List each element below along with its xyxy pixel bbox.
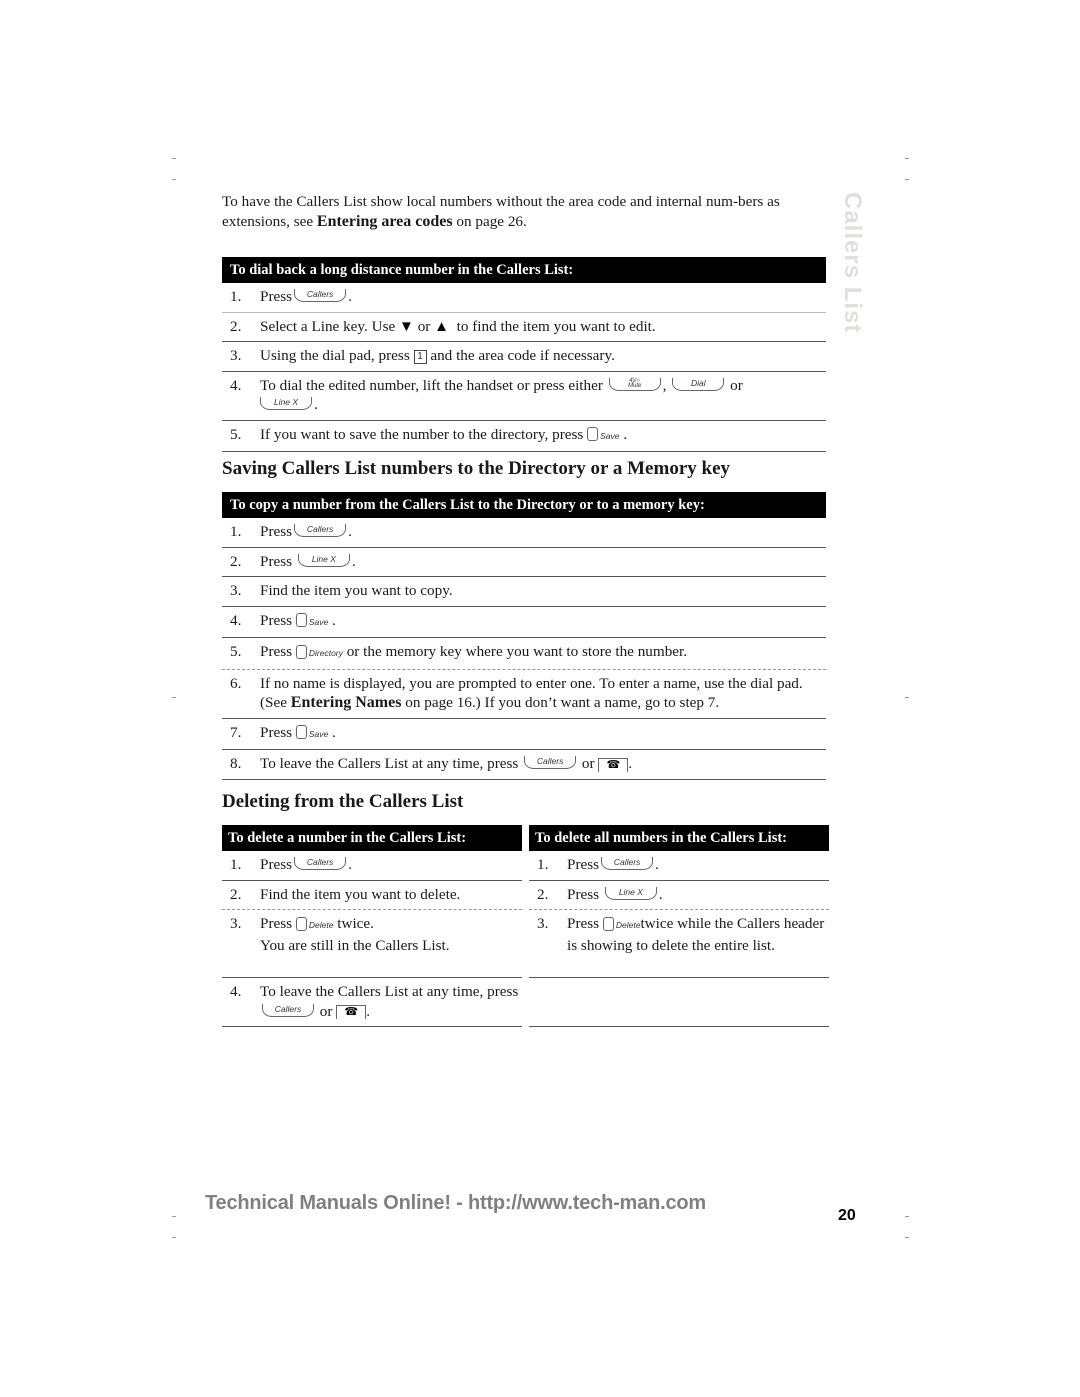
- softkey-icon: [602, 916, 614, 931]
- table-row-empty: [529, 978, 829, 1027]
- footer-watermark: Technical Manuals Online! - http://www.t…: [205, 1192, 706, 1214]
- save-key-label: Save: [308, 616, 329, 627]
- softkey-icon: [295, 725, 307, 740]
- crop-mark: [905, 158, 909, 159]
- table-header: To delete all numbers in the Callers Lis…: [529, 825, 829, 851]
- table-row: 3. Find the item you want to copy.: [222, 577, 826, 607]
- crop-mark: [905, 697, 909, 698]
- softkey-icon: [295, 644, 307, 659]
- line-x-key-icon: Line X: [260, 397, 312, 411]
- callers-key-icon: Callers: [294, 857, 347, 871]
- table-header: To delete a number in the Callers List:: [222, 825, 522, 851]
- cross-reference-link[interactable]: Entering area codes: [317, 213, 453, 230]
- section-heading-saving: Saving Callers List numbers to the Direc…: [222, 458, 730, 479]
- crop-mark: [905, 1216, 909, 1217]
- delete-key-label: Delete: [615, 920, 641, 930]
- softkey-icon: [295, 916, 307, 931]
- dial-key-icon: Dial: [672, 377, 725, 391]
- side-tab-label: Callers List: [839, 192, 866, 334]
- softkey-icon: [587, 427, 599, 442]
- table-row: 1. Press Callers.: [222, 851, 522, 881]
- save-key-label: Save: [600, 430, 620, 441]
- table-row: 4. To dial the edited number, lift the h…: [222, 372, 826, 421]
- crop-mark: [172, 697, 176, 698]
- delete-all-table: To delete all numbers in the Callers Lis…: [529, 825, 829, 1027]
- section-heading-deleting: Deleting from the Callers List: [222, 791, 464, 812]
- callers-key-icon: Callers: [294, 524, 347, 538]
- save-key-label: Save: [308, 728, 329, 739]
- crop-mark: [172, 1216, 176, 1217]
- side-tab: Callers List: [838, 192, 868, 333]
- table-row: 1. Press Callers.: [222, 283, 826, 313]
- delete-number-table: To delete a number in the Callers List: …: [222, 825, 522, 1027]
- table-row: 2. Find the item you want to delete.: [222, 881, 522, 910]
- handsfree-mute-key-icon: 4)/○ Mute: [608, 377, 661, 391]
- intro-paragraph: To have the Callers List show local numb…: [222, 193, 780, 230]
- crop-mark: [905, 1237, 909, 1238]
- up-arrow-icon: ▲: [434, 318, 449, 335]
- handset-release-key-icon: ☎: [336, 1005, 367, 1020]
- callers-key-icon: Callers: [524, 756, 577, 770]
- callers-key-icon: Callers: [294, 289, 347, 303]
- line-x-key-icon: Line X: [604, 886, 657, 900]
- handset-release-key-icon: ☎: [598, 757, 629, 772]
- copy-number-table: To copy a number from the Callers List t…: [222, 492, 826, 780]
- cross-reference-link[interactable]: Entering Names: [291, 694, 402, 711]
- table-row: 5. If you want to save the number to the…: [222, 421, 826, 452]
- table-row: 3. Press Delete twice. You are still in t…: [222, 910, 522, 978]
- table-row: 8. To leave the Callers List at any time…: [222, 750, 826, 780]
- down-arrow-icon: ▼: [399, 318, 414, 335]
- table-row: 1. Press Callers.: [529, 851, 829, 881]
- directory-key-label: Directory: [308, 648, 343, 658]
- table-row: 6. If no name is displayed, you are prom…: [222, 670, 826, 719]
- line-x-key-icon: Line X: [297, 553, 350, 567]
- table-row: 3. Using the dial pad, press 1 and the a…: [222, 342, 826, 372]
- dial-back-table: To dial back a long distance number in t…: [222, 257, 826, 452]
- table-row: 1. Press Callers.: [222, 518, 826, 548]
- crop-mark: [172, 179, 176, 180]
- table-row: 2. Press Line X.: [222, 548, 826, 577]
- table-header: To copy a number from the Callers List t…: [222, 492, 826, 518]
- table-row: 7. Press Save .: [222, 719, 826, 750]
- table-row: 3. Press Deletetwice while the Callers h…: [529, 910, 829, 978]
- crop-mark: [905, 179, 909, 180]
- table-row: 4. Press Save .: [222, 607, 826, 638]
- table-header: To dial back a long distance number in t…: [222, 257, 826, 283]
- crop-mark: [172, 1237, 176, 1238]
- softkey-icon: [295, 613, 307, 628]
- dial-pad-1-key-icon: 1: [413, 349, 427, 364]
- table-row: 2. Select a Line key. Use ▼ or ▲ to find…: [222, 313, 826, 342]
- table-row: 4. To leave the Callers List at any time…: [222, 978, 522, 1027]
- callers-key-icon: Callers: [601, 857, 654, 871]
- delete-key-label: Delete: [308, 920, 334, 930]
- callers-key-icon: Callers: [262, 1003, 314, 1017]
- table-row: 5. Press Directory or the memory key whe…: [222, 638, 826, 670]
- table-row: 2. Press Line X.: [529, 881, 829, 910]
- page-number: 20: [838, 1207, 856, 1224]
- crop-mark: [172, 158, 176, 159]
